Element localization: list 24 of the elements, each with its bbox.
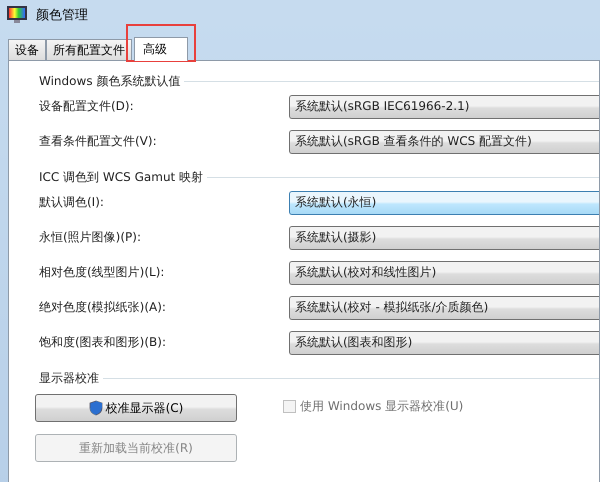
window-title: 颜色管理: [36, 7, 88, 24]
group-title: ICC 调色到 WCS Gamut 映射: [38, 168, 204, 186]
group-title: 显示器校准: [38, 370, 99, 386]
field-label: 饱和度(图表和图形)(B):: [39, 334, 168, 351]
field-label: 设备配置文件(D):: [39, 98, 135, 115]
dropdown[interactable]: 系统默认(sRGB 查看条件的 WCS 配置文件): [289, 130, 599, 154]
dropdown[interactable]: 系统默认(永恒): [289, 190, 599, 214]
monitor-icon: [6, 5, 28, 25]
tab[interactable]: 所有配置文件: [46, 39, 132, 60]
tab[interactable]: 高级: [134, 37, 188, 61]
tab[interactable]: 设备: [8, 39, 46, 60]
dropdown[interactable]: 系统默认(sRGB IEC61966-2.1): [289, 94, 599, 118]
field-label: 默认调色(I):: [39, 194, 105, 211]
field-label: 相对色度(线型图片)(L):: [39, 264, 166, 281]
dropdown[interactable]: 系统默认(图表和图形): [289, 330, 599, 354]
group-title: Windows 颜色系统默认值: [38, 72, 180, 90]
checkbox-label: 使用 Windows 显示器校准(U): [300, 398, 464, 415]
button[interactable]: 校准显示器(C): [35, 394, 237, 422]
field-label: 永恒(照片图像)(P):: [39, 229, 142, 246]
field-label: 绝对色度(模拟纸张)(A):: [39, 299, 167, 316]
field-label: 查看条件配置文件(V):: [39, 133, 158, 150]
dropdown[interactable]: 系统默认(摄影): [289, 226, 599, 250]
dropdown[interactable]: 系统默认(校对和线性图片): [289, 260, 599, 284]
dropdown[interactable]: 系统默认(校对 - 模拟纸张/介质颜色): [289, 296, 599, 320]
